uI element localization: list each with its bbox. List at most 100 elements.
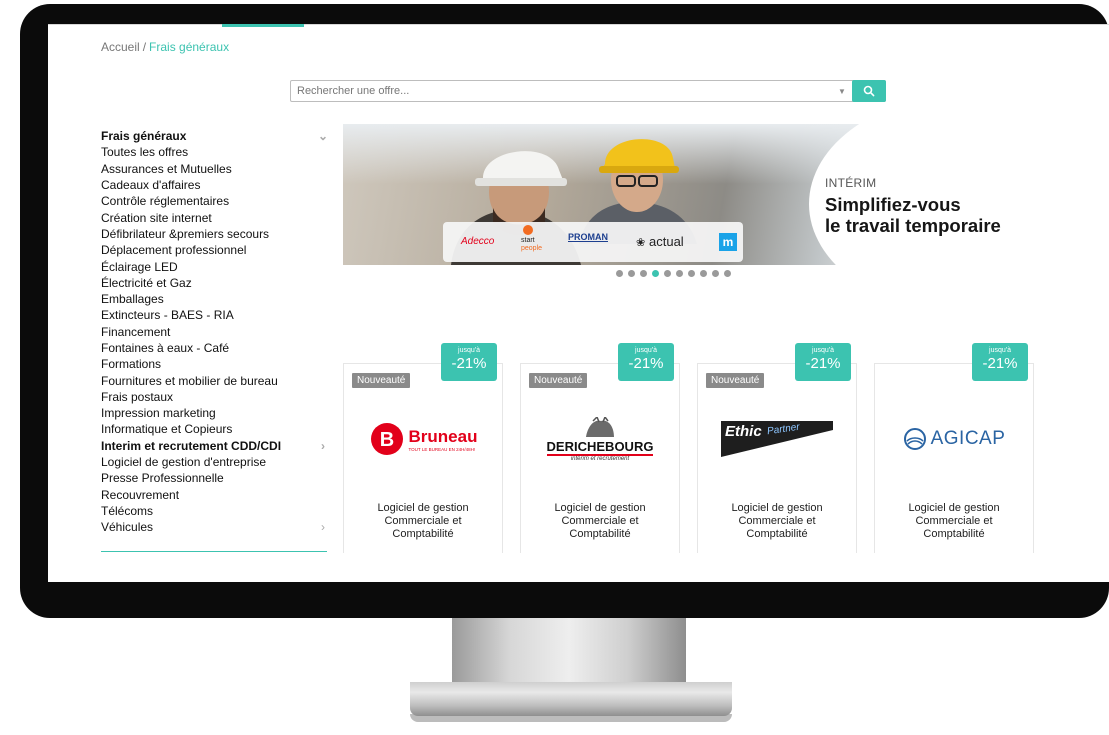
sidebar-item-assurances[interactable]: Assurances et Mutuelles xyxy=(101,161,329,177)
desc-line-3: Comptabilité xyxy=(569,528,631,540)
offer-description: Logiciel de gestion Commerciale et Comptab… xyxy=(875,502,1033,541)
bruneau-tagline: TOUT LE BUREAU EN 24H/48H! xyxy=(408,446,476,452)
sidebar-item-eclairage[interactable]: Éclairage LED xyxy=(101,258,329,274)
monitor-stand-base xyxy=(410,682,732,716)
sidebar-item-recouvrement[interactable]: Recouvrement xyxy=(101,487,329,503)
sidebar-item-label: Impression marketing xyxy=(101,406,216,421)
derichebourg-name: DERICHEBOURG xyxy=(546,438,654,456)
actual-logo-icon: ❀ xyxy=(636,237,646,249)
offer-description: Logiciel de gestion Commerciale et Comptab… xyxy=(344,502,502,541)
carousel-dot[interactable] xyxy=(676,270,683,277)
breadcrumb-home-link[interactable]: Accueil xyxy=(101,40,140,54)
sidebar-item-impression[interactable]: Impression marketing xyxy=(101,405,329,421)
search-dropdown-caret-icon[interactable]: ▼ xyxy=(835,87,849,96)
carousel-dot[interactable] xyxy=(712,270,719,277)
offer-description: Logiciel de gestion Commerciale et Comptab… xyxy=(698,502,856,541)
discount-value: -21% xyxy=(982,355,1018,372)
start-people-logo-icon xyxy=(523,225,533,235)
derichebourg-logo: DERICHEBOURG intérim et recrutement xyxy=(521,409,679,469)
desc-line-1: Logiciel de gestion xyxy=(908,502,1000,514)
carousel-dot[interactable] xyxy=(700,270,707,277)
sidebar-item-deplacement[interactable]: Déplacement professionnel xyxy=(101,242,329,258)
sidebar-item-vehicules[interactable]: Véhicules › xyxy=(101,519,329,535)
sidebar-item-interim[interactable]: Interim et recrutement CDD/CDI › xyxy=(101,438,329,454)
desc-line-3: Comptabilité xyxy=(923,528,985,540)
sidebar-item-logiciel[interactable]: Logiciel de gestion d'entreprise xyxy=(101,454,329,470)
sidebar-item-financement[interactable]: Financement xyxy=(101,324,329,340)
agicap-logo: AGICAP xyxy=(875,409,1033,469)
sidebar-item-label: Formations xyxy=(101,357,162,372)
discount-prefix: jusqu'à xyxy=(812,347,834,354)
svg-text:B: B xyxy=(379,429,393,451)
agicap-logo-icon xyxy=(903,428,926,450)
carousel-dot-active[interactable] xyxy=(652,270,659,277)
sidebar-item-extincteurs[interactable]: Extincteurs - BAES - RIA xyxy=(101,307,329,323)
sidebar-item-label: Fournitures et mobilier de bureau xyxy=(101,373,278,388)
desc-line-1: Logiciel de gestion xyxy=(731,502,823,514)
derichebourg-tagline: intérim et recrutement xyxy=(570,455,630,462)
carousel-dot[interactable] xyxy=(640,270,647,277)
sidebar-item-informatique[interactable]: Informatique et Copieurs xyxy=(101,421,329,437)
carousel-dot[interactable] xyxy=(628,270,635,277)
carousel-dots xyxy=(616,270,731,277)
offer-card-agicap[interactable]: jusqu'à -21% AGICAP Logiciel de gestion Co… xyxy=(874,343,1034,553)
sidebar-item-label: Véhicules xyxy=(101,520,154,535)
category-sidebar: Frais généraux ⌄ Toutes les offres Assura… xyxy=(101,128,329,553)
discount-prefix: jusqu'à xyxy=(989,347,1011,354)
carousel-dot[interactable] xyxy=(688,270,695,277)
breadcrumb-current[interactable]: Frais généraux xyxy=(149,40,229,54)
promo-banner[interactable]: INTÉRIM Simplifiez-vous le travail tempo… xyxy=(343,124,1034,265)
new-badge: Nouveauté xyxy=(706,373,765,388)
sidebar-item-label: Contrôle réglementaires xyxy=(101,194,230,209)
sidebar-item-fournitures[interactable]: Fournitures et mobilier de bureau xyxy=(101,372,329,388)
sidebar-item-label: Informatique et Copieurs xyxy=(101,422,233,437)
discount-badge: jusqu'à -21% xyxy=(795,343,851,381)
sidebar-item-label: Presse Professionnelle xyxy=(101,471,224,486)
discount-badge: jusqu'à -21% xyxy=(972,343,1028,381)
carousel-dot[interactable] xyxy=(616,270,623,277)
sidebar-item-label: Défibrilateur &premiers secours xyxy=(101,226,270,241)
sidebar-item-emballages[interactable]: Emballages xyxy=(101,291,329,307)
offer-card-derichebourg[interactable]: jusqu'à -21% Nouveauté DERICHEBOURG intér… xyxy=(520,343,680,553)
sidebar-item-label: Interim et recrutement CDD/CDI xyxy=(101,438,282,453)
sidebar-item-label: Fontaines à eaux - Café xyxy=(101,341,230,355)
chevron-right-icon[interactable]: › xyxy=(317,520,329,534)
sidebar-item-frais-postaux[interactable]: Frais postaux xyxy=(101,389,329,405)
discount-prefix: jusqu'à xyxy=(458,347,480,354)
search-bar: ▼ xyxy=(290,80,886,102)
sidebar-item-creation-site[interactable]: Création site internet xyxy=(101,209,329,225)
offer-card-bruneau[interactable]: jusqu'à -21% Nouveauté B Bruneau TOUT LE … xyxy=(343,343,503,553)
bruneau-logo-icon: B xyxy=(370,423,403,455)
sidebar-item-defibrilateur[interactable]: Défibrilateur &premiers secours xyxy=(101,226,329,242)
chevron-down-icon[interactable]: ⌄ xyxy=(317,129,329,143)
sidebar-item-label: Assurances et Mutuelles xyxy=(101,161,232,176)
discount-badge: jusqu'à -21% xyxy=(618,343,674,381)
search-icon xyxy=(863,85,875,97)
new-badge: Nouveauté xyxy=(529,373,588,388)
chevron-right-icon[interactable]: › xyxy=(317,439,329,453)
m-logo: m xyxy=(719,233,737,251)
sidebar-item-label: Déplacement professionnel xyxy=(101,243,247,258)
sidebar-item-controle[interactable]: Contrôle réglementaires xyxy=(101,193,329,209)
sidebar-item-frais-generaux[interactable]: Frais généraux ⌄ xyxy=(101,128,329,144)
offer-description: Logiciel de gestion Commerciale et Comptab… xyxy=(521,502,679,541)
carousel-dot[interactable] xyxy=(664,270,671,277)
sidebar-item-presse[interactable]: Presse Professionnelle xyxy=(101,470,329,486)
search-input[interactable] xyxy=(291,82,835,100)
sidebar-item-toutes-les-offres[interactable]: Toutes les offres xyxy=(101,144,329,160)
offer-card-ethic-partner[interactable]: jusqu'à -21% Nouveauté Ethic Partner Logi… xyxy=(697,343,857,553)
discount-badge: jusqu'à -21% xyxy=(441,343,497,381)
sidebar-item-formations[interactable]: Formations xyxy=(101,356,329,372)
ethic-partner-logo-shape: Ethic Partner xyxy=(721,421,833,457)
ethic-text: Ethic xyxy=(725,423,762,440)
sidebar-item-telecoms[interactable]: Télécoms xyxy=(101,503,329,519)
sidebar-item-electricite[interactable]: Électricité et Gaz xyxy=(101,275,329,291)
banner-kicker: INTÉRIM xyxy=(825,176,877,190)
sidebar-item-label: Emballages xyxy=(101,292,164,307)
sidebar-item-fontaines[interactable]: Fontaines à eaux - Café xyxy=(101,340,329,356)
partner-logos-strip: Adecco start people PROMAN actual ❀ m xyxy=(443,222,743,262)
sidebar-item-cadeaux[interactable]: Cadeaux d'affaires xyxy=(101,177,329,193)
carousel-dot[interactable] xyxy=(724,270,731,277)
search-button[interactable] xyxy=(852,80,886,102)
monitor-stand-neck xyxy=(452,618,686,682)
